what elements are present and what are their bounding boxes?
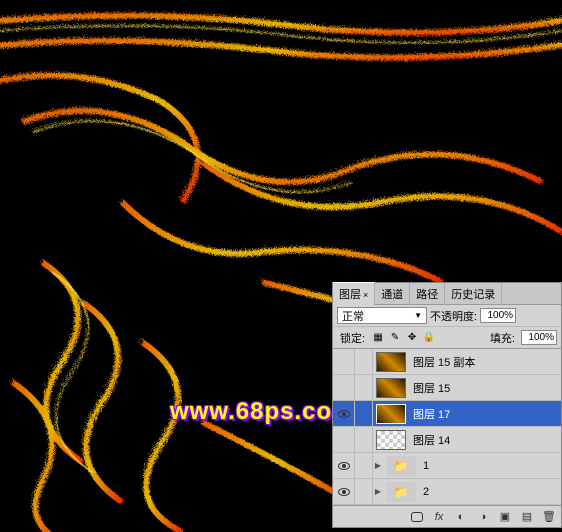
layers-panel: 图层× 通道 路径 历史记录 正常▼ 不透明度: 100% 锁定: ▦ ✎ ✥ … xyxy=(332,282,562,528)
layer-row[interactable]: 图层 14 xyxy=(333,427,561,453)
panel-bottom-bar: fx ◐ ◑ ▣ ▤ 🗑 xyxy=(333,505,561,527)
trash-icon[interactable]: 🗑 xyxy=(541,509,557,525)
opacity-label: 不透明度: xyxy=(430,308,477,324)
link-col[interactable] xyxy=(355,349,373,375)
link-col[interactable] xyxy=(355,375,373,401)
lock-brush-icon[interactable]: ✎ xyxy=(388,331,402,345)
blend-opacity-row: 正常▼ 不透明度: 100% xyxy=(333,305,561,327)
tab-layers[interactable]: 图层× xyxy=(333,282,375,305)
layer-group-row[interactable]: ▶ 📁 1 xyxy=(333,453,561,479)
new-layer-icon[interactable]: ▤ xyxy=(519,509,535,525)
expand-arrow-icon[interactable]: ▶ xyxy=(373,461,383,470)
layer-row-selected[interactable]: 图层 17 xyxy=(333,401,561,427)
visibility-toggle[interactable] xyxy=(333,375,355,401)
fill-input[interactable]: 100% xyxy=(521,330,557,345)
tab-close-icon[interactable]: × xyxy=(363,290,368,300)
link-col[interactable] xyxy=(355,427,373,453)
fill-label: 填充: xyxy=(490,330,515,346)
fx-icon[interactable]: fx xyxy=(431,509,447,525)
tab-history[interactable]: 历史记录 xyxy=(445,283,502,305)
layer-name[interactable]: 图层 15 副本 xyxy=(409,354,561,370)
eye-icon xyxy=(338,410,350,418)
layer-name[interactable]: 2 xyxy=(419,486,561,498)
link-col[interactable] xyxy=(355,401,373,427)
mask-icon[interactable]: ◐ xyxy=(453,509,469,525)
lock-fill-row: 锁定: ▦ ✎ ✥ 🔒 填充: 100% xyxy=(333,327,561,349)
eye-icon xyxy=(338,462,350,470)
blend-mode-select[interactable]: 正常▼ xyxy=(337,307,427,324)
visibility-toggle[interactable] xyxy=(333,479,355,505)
layer-thumbnail[interactable] xyxy=(376,352,406,372)
tab-channels[interactable]: 通道 xyxy=(375,283,410,305)
layer-thumbnail[interactable] xyxy=(376,378,406,398)
layer-name[interactable]: 1 xyxy=(419,460,561,472)
layer-name[interactable]: 图层 15 xyxy=(409,380,561,396)
lock-transparency-icon[interactable]: ▦ xyxy=(371,331,385,345)
layer-thumbnail[interactable] xyxy=(376,430,406,450)
lock-move-icon[interactable]: ✥ xyxy=(405,331,419,345)
eye-icon xyxy=(338,488,350,496)
link-layers-icon[interactable] xyxy=(409,509,425,525)
layer-name[interactable]: 图层 14 xyxy=(409,432,561,448)
folder-icon[interactable]: 📁 xyxy=(386,456,416,476)
layer-row[interactable]: 图层 15 副本 xyxy=(333,349,561,375)
group-icon[interactable]: ▣ xyxy=(497,509,513,525)
layer-group-row[interactable]: ▶ 📁 2 xyxy=(333,479,561,505)
folder-icon[interactable]: 📁 xyxy=(386,482,416,502)
layer-thumbnail[interactable] xyxy=(376,404,406,424)
link-col[interactable] xyxy=(355,479,373,505)
tab-paths[interactable]: 路径 xyxy=(410,283,445,305)
lock-label: 锁定: xyxy=(340,330,365,346)
watermark-text: www.68ps.com xyxy=(170,398,355,426)
visibility-toggle[interactable] xyxy=(333,453,355,479)
lock-all-icon[interactable]: 🔒 xyxy=(422,331,436,345)
expand-arrow-icon[interactable]: ▶ xyxy=(373,487,383,496)
layer-row[interactable]: 图层 15 xyxy=(333,375,561,401)
visibility-toggle[interactable] xyxy=(333,349,355,375)
layer-list: 图层 15 副本 图层 15 图层 17 图层 14 ▶ 📁 1 xyxy=(333,349,561,505)
opacity-input[interactable]: 100% xyxy=(480,308,516,323)
link-col[interactable] xyxy=(355,453,373,479)
layer-name[interactable]: 图层 17 xyxy=(409,406,561,422)
visibility-toggle[interactable] xyxy=(333,401,355,427)
panel-tabs: 图层× 通道 路径 历史记录 xyxy=(333,283,561,305)
adjustment-icon[interactable]: ◑ xyxy=(475,509,491,525)
visibility-toggle[interactable] xyxy=(333,427,355,453)
dropdown-arrow-icon: ▼ xyxy=(414,311,422,320)
